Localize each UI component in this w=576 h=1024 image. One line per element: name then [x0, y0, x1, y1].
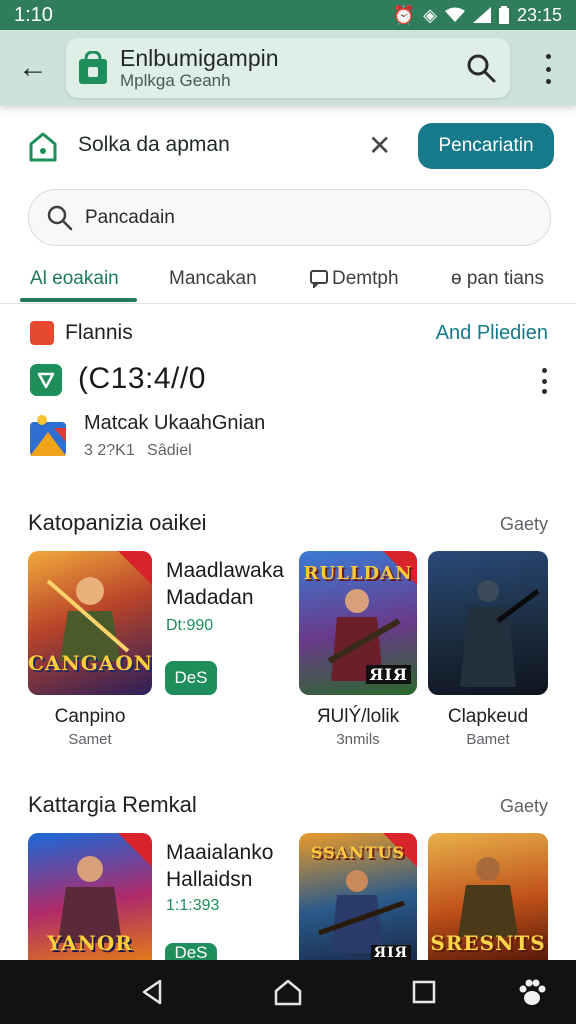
- featured-install-button[interactable]: DeS: [165, 661, 217, 695]
- featured-title-line2: Madadan: [166, 586, 254, 609]
- info-row-flannis[interactable]: Flannis And Pliedien: [0, 312, 576, 354]
- featured-install-button[interactable]: DeS: [165, 943, 217, 960]
- featured-app-row[interactable]: Matcak UkaahGnian 3 2?K1 Sâdiel: [0, 410, 576, 466]
- search-submit-button[interactable]: Pencariatin: [418, 123, 554, 169]
- featured-title: Maadlawaka Madadan: [166, 557, 284, 611]
- vibrate-icon: ◈: [423, 4, 437, 25]
- section-title: Katopanizia oaikei: [28, 510, 207, 535]
- shield-check-icon: [30, 364, 62, 396]
- store-bag-icon: [79, 51, 107, 84]
- back-button[interactable]: ←: [0, 30, 66, 106]
- tab-bar: Al eoakain Mancakan Demtph ɵ pan tians: [0, 258, 576, 304]
- tile-subtitle: Bamet: [466, 731, 510, 748]
- sale-ribbon: [118, 833, 152, 867]
- sale-ribbon: [118, 551, 152, 585]
- section-header: Kattargia Remkal Gaety: [0, 792, 576, 822]
- close-icon[interactable]: ✕: [368, 132, 391, 160]
- status-icons: ⏰ ◈ 23:15: [393, 5, 562, 26]
- game-tile[interactable]: SRESNTS: [428, 833, 548, 960]
- system-nav-bar: [0, 960, 576, 1024]
- game-tile-featured[interactable]: CANGAON: [28, 551, 152, 695]
- tile-title: ЯUlÝ/lolik: [316, 706, 400, 727]
- app-subtitle: Mplkga Geanh: [120, 71, 231, 90]
- game-tile[interactable]: SSANTUS ЯIЯ: [299, 833, 417, 960]
- store-home-icon: [29, 132, 57, 162]
- featured-title: Maaialanko Hallaidsn: [166, 839, 273, 893]
- featured-title-line1: Maadlawaka: [166, 559, 284, 582]
- search-icon[interactable]: [466, 53, 496, 83]
- tab-all[interactable]: Al eoakain: [30, 268, 119, 290]
- alarm-icon: ⏰: [392, 4, 416, 25]
- game-tile[interactable]: [428, 551, 548, 695]
- tab-mancakan[interactable]: Mancakan: [169, 268, 257, 290]
- info-row-label: Flannis: [65, 321, 133, 344]
- search-prompt-row: Solka da apman ✕ Pencariatin: [0, 120, 576, 172]
- nav-home-icon[interactable]: [272, 976, 304, 1008]
- app-title-pill[interactable]: Enlbumigampin Mplkga Geanh: [66, 38, 510, 98]
- signal-icon: [472, 7, 491, 23]
- featured-title-line2: Hallaidsn: [166, 868, 253, 891]
- status-clock-right: 23:15: [516, 4, 562, 25]
- app-meta: 3 2?K1 Sâdiel: [84, 442, 192, 460]
- section-title: Kattargia Remkal: [28, 792, 197, 817]
- tab-demtph[interactable]: Demtph: [310, 268, 399, 290]
- paw-icon[interactable]: [516, 976, 548, 1008]
- search-icon: [47, 205, 73, 230]
- featured-install-label: DeS: [174, 943, 208, 960]
- featured-title-line1: Maaialanko: [166, 841, 274, 864]
- game-logo-text: RULLDAN: [303, 563, 413, 584]
- nav-back-icon[interactable]: [136, 976, 168, 1008]
- game-logo-text: SRESNTS: [430, 931, 546, 955]
- code-row[interactable]: (C13:4//0: [0, 358, 576, 404]
- app-name: Matcak UkaahGnian: [84, 412, 266, 434]
- featured-caption: Canpino: [54, 706, 126, 727]
- featured-caption-sub: Samet: [68, 731, 112, 748]
- game-tile-featured[interactable]: YANOR: [28, 833, 152, 960]
- section-header: Katopanizia oaikei Gaety: [0, 510, 576, 540]
- app-bar: ← Enlbumigampin Mplkga Geanh: [0, 30, 576, 106]
- code-value: (C13:4//0: [78, 362, 206, 395]
- rating-badge: ЯIЯ: [366, 665, 411, 684]
- tile-subtitle: 3nmils: [336, 731, 380, 748]
- app-thumbnail-icon: [30, 415, 66, 456]
- prompt-text: Solka da apman: [78, 133, 230, 156]
- rating-badge: ЯIЯ: [370, 945, 411, 960]
- more-vert-icon: [541, 368, 547, 373]
- app-meta-label: Sâdiel: [147, 442, 192, 459]
- status-time: 1:10: [14, 3, 53, 26]
- game-tile[interactable]: RULLDAN ЯIЯ: [299, 551, 417, 695]
- featured-price: Dt:990: [166, 617, 214, 634]
- app-size: 3 2?K1: [84, 442, 135, 459]
- game-logo-text: SSANTUS: [310, 843, 406, 862]
- section-more-link[interactable]: Gaety: [500, 514, 548, 535]
- app-title: Enlbumigampin: [120, 45, 279, 71]
- status-bar: 1:10 ⏰ ◈ 23:15: [0, 0, 576, 30]
- game-logo-text: YANOR: [47, 931, 133, 955]
- tab-open-tians[interactable]: ɵ pan tians: [451, 268, 544, 290]
- tile-title: Clapkeud: [447, 706, 529, 727]
- more-vert-icon: [545, 54, 551, 59]
- search-input[interactable]: [85, 206, 505, 229]
- chat-icon: [310, 270, 328, 288]
- more-options-button[interactable]: [538, 54, 558, 84]
- arrow-left-icon: ←: [18, 51, 48, 84]
- code-options-button[interactable]: [534, 368, 554, 394]
- flag-icon: [30, 321, 54, 345]
- featured-price: 1:1:393: [166, 897, 220, 914]
- active-tab-indicator: [20, 298, 137, 302]
- tab-demtph-label: Demtph: [332, 268, 399, 289]
- game-art-soldier: [460, 580, 540, 687]
- game-logo-text: CANGAON: [28, 651, 152, 675]
- search-field[interactable]: [28, 189, 551, 246]
- wifi-icon: [444, 7, 465, 22]
- battery-icon: [498, 6, 509, 24]
- add-link[interactable]: And Pliedien: [436, 322, 548, 345]
- nav-recents-icon[interactable]: [408, 976, 440, 1008]
- section-more-link[interactable]: Gaety: [500, 796, 548, 817]
